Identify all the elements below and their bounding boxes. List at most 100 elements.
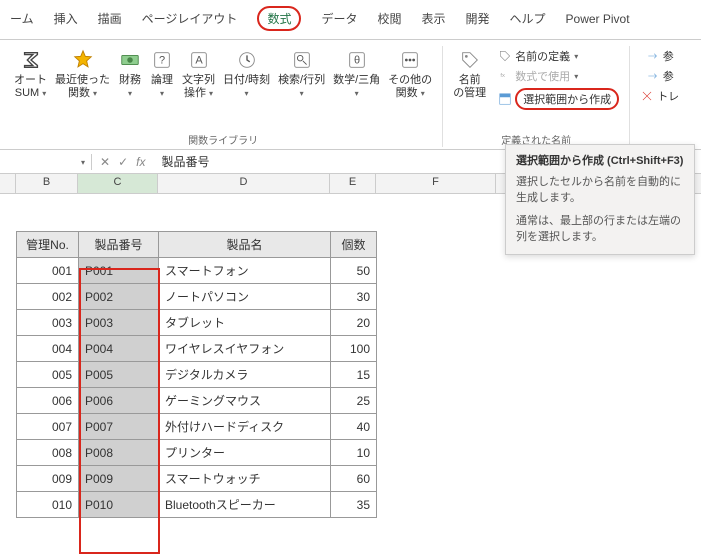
cell[interactable]: P004 xyxy=(79,336,159,362)
trace-dependents-button[interactable]: 参 xyxy=(642,66,678,86)
cell[interactable]: 外付けハードディスク xyxy=(159,414,331,440)
header-qty[interactable]: 個数 xyxy=(331,232,377,258)
cell[interactable]: 10 xyxy=(331,440,377,466)
confirm-icon[interactable]: ✓ xyxy=(118,155,128,169)
cell[interactable]: 60 xyxy=(331,466,377,492)
datetime-button[interactable]: 日付/時刻▾ xyxy=(219,46,274,102)
cell[interactable]: 008 xyxy=(17,440,79,466)
cell[interactable]: P008 xyxy=(79,440,159,466)
header-name[interactable]: 製品名 xyxy=(159,232,331,258)
tooltip-line2: 通常は、最上部の行または左端の列を選択します。 xyxy=(516,213,684,246)
cell[interactable]: 006 xyxy=(17,388,79,414)
cell[interactable]: 35 xyxy=(331,492,377,518)
cell[interactable]: P009 xyxy=(79,466,159,492)
text-icon: A xyxy=(187,48,211,72)
fx-small-icon: fx xyxy=(498,69,512,83)
cell[interactable]: 40 xyxy=(331,414,377,440)
cell[interactable]: スマートウォッチ xyxy=(159,466,331,492)
cell[interactable]: 010 xyxy=(17,492,79,518)
ribbon: オートSUM ▾ 最近使った関数 ▾ 財務▾ ? 論理▾ A 文字列操作 ▾ 日… xyxy=(0,40,701,150)
cell[interactable]: 003 xyxy=(17,310,79,336)
cell[interactable]: ノートパソコン xyxy=(159,284,331,310)
cell[interactable]: 009 xyxy=(17,466,79,492)
financial-button[interactable]: 財務▾ xyxy=(114,46,146,102)
tab-view[interactable]: 表示 xyxy=(411,6,455,31)
name-box[interactable]: ▾ xyxy=(0,154,92,170)
star-icon xyxy=(71,48,95,72)
fx-icon[interactable]: fx xyxy=(136,155,145,169)
cell[interactable]: 007 xyxy=(17,414,79,440)
tab-home[interactable]: ーム xyxy=(0,6,44,31)
worksheet-grid[interactable]: 管理No. 製品番号 製品名 個数 001P001スマートフォン50 002P0… xyxy=(0,231,701,518)
tag-icon xyxy=(458,48,482,72)
tab-data[interactable]: データ xyxy=(311,6,367,31)
tooltip-line1: 選択したセルから名前を自動的に生成します。 xyxy=(516,174,684,207)
name-manager-button[interactable]: 名前の管理 xyxy=(449,46,490,112)
more-icon xyxy=(398,48,422,72)
cell[interactable]: 30 xyxy=(331,284,377,310)
header-code[interactable]: 製品番号 xyxy=(79,232,159,258)
cell[interactable]: Bluetoothスピーカー xyxy=(159,492,331,518)
cell[interactable]: P005 xyxy=(79,362,159,388)
cell[interactable]: 100 xyxy=(331,336,377,362)
cell[interactable]: デジタルカメラ xyxy=(159,362,331,388)
tab-insert[interactable]: 挿入 xyxy=(44,6,88,31)
col-b[interactable]: B xyxy=(16,174,78,193)
tab-help[interactable]: ヘルプ xyxy=(500,6,556,31)
svg-text:A: A xyxy=(195,55,203,67)
tab-draw[interactable]: 描画 xyxy=(88,6,132,31)
col-f[interactable]: F xyxy=(376,174,496,193)
cell[interactable]: P003 xyxy=(79,310,159,336)
col-c[interactable]: C xyxy=(78,174,158,193)
cell[interactable]: P010 xyxy=(79,492,159,518)
cash-icon xyxy=(118,48,142,72)
remove-arrows-button[interactable]: トレ xyxy=(636,86,683,106)
cell[interactable]: P006 xyxy=(79,388,159,414)
logical-button[interactable]: ? 論理▾ xyxy=(146,46,178,102)
question-icon: ? xyxy=(150,48,174,72)
cell[interactable]: スマートフォン xyxy=(159,258,331,284)
cell[interactable]: 50 xyxy=(331,258,377,284)
row-header-gutter[interactable] xyxy=(0,174,16,193)
cell[interactable]: 25 xyxy=(331,388,377,414)
col-e[interactable]: E xyxy=(330,174,376,193)
cell[interactable]: 005 xyxy=(17,362,79,388)
cell[interactable]: 002 xyxy=(17,284,79,310)
cell[interactable]: P002 xyxy=(79,284,159,310)
cancel-icon[interactable]: ✕ xyxy=(100,155,110,169)
cell[interactable]: 001 xyxy=(17,258,79,284)
tab-developer[interactable]: 開発 xyxy=(456,6,500,31)
create-from-selection-button[interactable]: 選択範囲から作成 xyxy=(494,86,623,112)
cell[interactable]: P007 xyxy=(79,414,159,440)
cell[interactable]: ゲーミングマウス xyxy=(159,388,331,414)
header-no[interactable]: 管理No. xyxy=(17,232,79,258)
use-in-formula-button[interactable]: fx数式で使用 ▾ xyxy=(494,66,623,86)
tab-power-pivot[interactable]: Power Pivot xyxy=(556,8,640,30)
trace2-icon xyxy=(646,69,660,83)
tab-review[interactable]: 校閲 xyxy=(367,6,411,31)
cell[interactable]: ワイヤレスイヤフォン xyxy=(159,336,331,362)
more-functions-button[interactable]: その他の関数 ▾ xyxy=(384,46,436,102)
cell[interactable]: プリンター xyxy=(159,440,331,466)
lookup-icon xyxy=(290,48,314,72)
define-name-button[interactable]: 名前の定義 ▾ xyxy=(494,46,623,66)
lookup-button[interactable]: 検索/行列▾ xyxy=(274,46,329,102)
cell[interactable]: P001 xyxy=(79,258,159,284)
autosum-button[interactable]: オートSUM ▾ xyxy=(10,46,51,102)
tab-formula[interactable]: 数式 xyxy=(247,2,311,35)
chevron-down-icon: ▾ xyxy=(81,158,85,167)
cell[interactable]: 004 xyxy=(17,336,79,362)
svg-text:?: ? xyxy=(159,55,165,67)
theta-icon: θ xyxy=(345,48,369,72)
cell[interactable]: 20 xyxy=(331,310,377,336)
col-d[interactable]: D xyxy=(158,174,330,193)
cell[interactable]: 15 xyxy=(331,362,377,388)
formula-input[interactable]: 製品番号 xyxy=(153,150,217,173)
cell[interactable]: タブレット xyxy=(159,310,331,336)
tab-page-layout[interactable]: ページレイアウト xyxy=(132,6,248,31)
recent-functions-button[interactable]: 最近使った関数 ▾ xyxy=(51,46,114,102)
sigma-icon xyxy=(19,48,43,72)
math-button[interactable]: θ 数学/三角▾ xyxy=(329,46,384,102)
trace-precedents-button[interactable]: 参 xyxy=(642,46,678,66)
text-button[interactable]: A 文字列操作 ▾ xyxy=(178,46,219,102)
